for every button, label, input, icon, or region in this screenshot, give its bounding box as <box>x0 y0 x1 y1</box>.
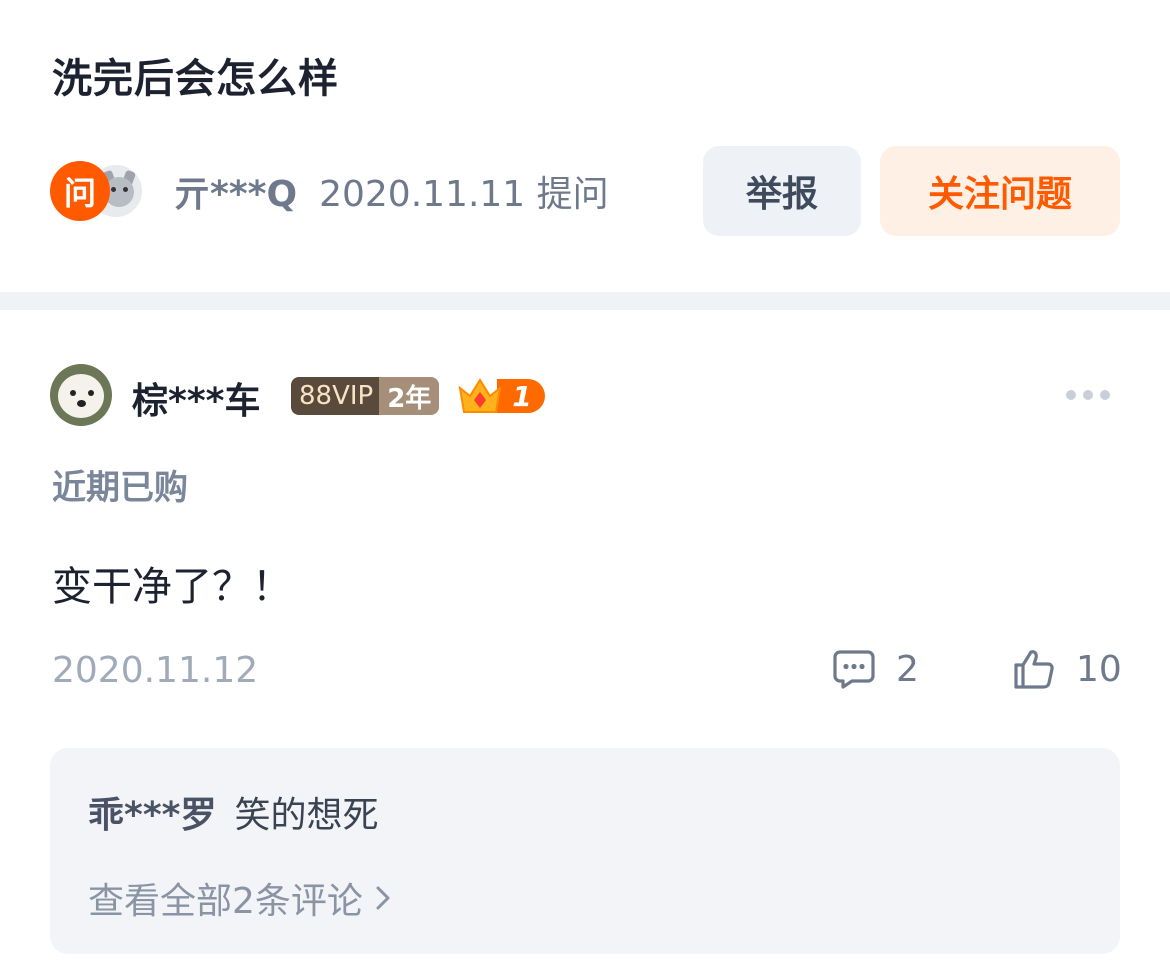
answer-user-name[interactable]: 棕***车 <box>132 372 260 424</box>
level-number: 1 <box>497 379 545 413</box>
reply-text: 笑的想死 <box>234 795 379 836</box>
comment-icon <box>833 650 875 689</box>
comment-count: 2 <box>896 648 919 690</box>
crown-icon <box>457 376 503 416</box>
view-all-comments-link[interactable]: 查看全部2条评论 <box>88 872 391 924</box>
report-button[interactable]: 举报 <box>703 146 861 236</box>
level-badge: 1 <box>457 376 545 416</box>
like-count: 10 <box>1076 648 1122 690</box>
question-header: 洗完后会怎么样 问 亓***Q 2020.11.11 提问 举报 关注问题 <box>0 0 1170 292</box>
vip-badge: 88VIP 2年 <box>291 377 440 415</box>
vip-label: 88VIP <box>291 377 380 415</box>
chevron-right-icon <box>376 886 390 910</box>
question-title: 洗完后会怎么样 <box>52 56 339 102</box>
asker-info: 问 亓***Q 2020.11.11 提问 <box>50 158 609 224</box>
reply-user[interactable]: 乖***罗 <box>88 786 216 838</box>
purchase-tag: 近期已购 <box>52 468 188 508</box>
more-dots-icon[interactable] <box>1066 390 1110 400</box>
ask-badge-icon: 问 <box>50 161 110 221</box>
reply-line: 乖***罗 笑的想死 <box>88 786 379 838</box>
section-divider <box>0 292 1170 310</box>
thumbs-up-icon <box>1014 650 1054 689</box>
avatar[interactable] <box>50 364 112 426</box>
follow-question-button[interactable]: 关注问题 <box>880 146 1120 236</box>
comment-button[interactable]: 2 <box>832 644 919 694</box>
view-all-label: 查看全部2条评论 <box>88 881 363 922</box>
vip-years: 2年 <box>379 377 440 415</box>
answer-text: 变干净了？！ <box>52 564 292 610</box>
asker-name[interactable]: 亓***Q <box>174 165 297 217</box>
answer-date: 2020.11.12 <box>52 650 259 691</box>
answer-card: 棕***车 88VIP 2年 1 近期已购 变干净了？！ 2020.11.12 … <box>0 310 1170 974</box>
like-button[interactable]: 10 <box>1012 644 1122 694</box>
reply-preview[interactable]: 乖***罗 笑的想死 查看全部2条评论 <box>50 748 1120 954</box>
asker-meta: 2020.11.11 提问 <box>319 174 609 215</box>
